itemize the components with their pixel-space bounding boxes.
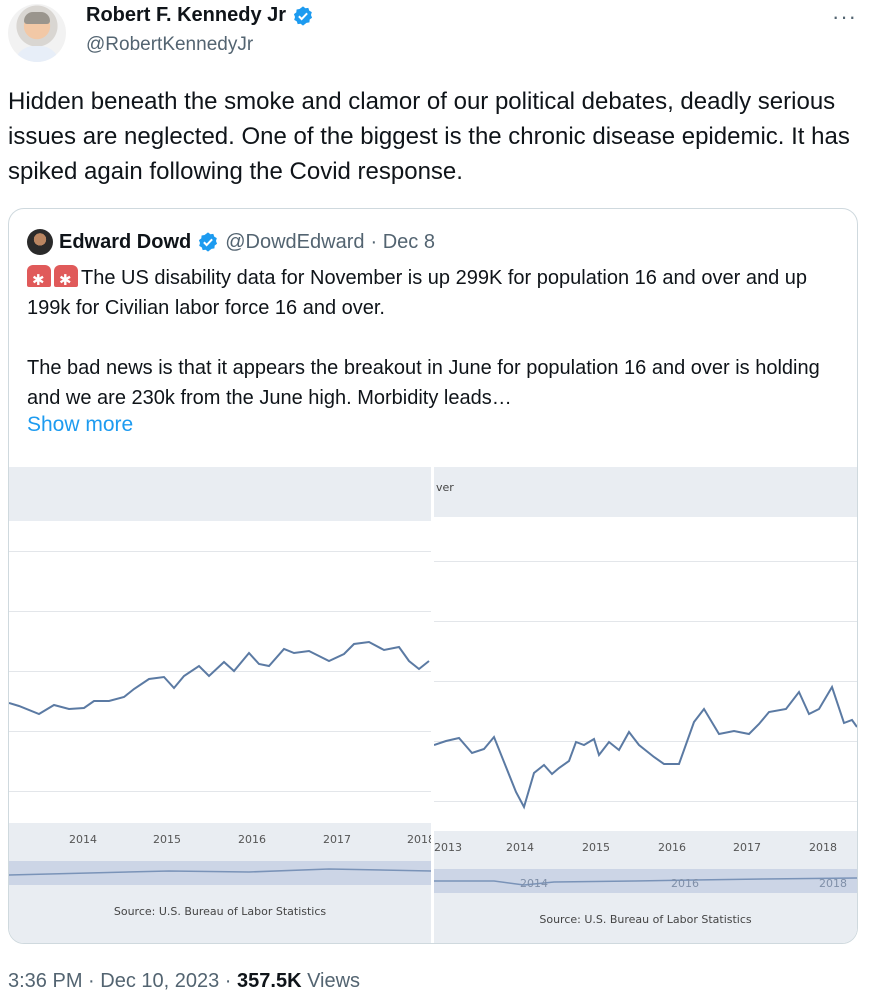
chart-panel-right[interactable]: ver 2013 2014 2015 2016 2017 2018 2014 2… xyxy=(434,467,857,943)
chart-plot-right xyxy=(434,517,857,831)
chart-line-right xyxy=(434,684,857,810)
x-tick-label: 2014 xyxy=(506,841,534,854)
author-avatar[interactable] xyxy=(8,4,66,62)
chart-navigator[interactable] xyxy=(9,861,431,885)
verified-badge-icon xyxy=(293,5,313,26)
tweet-metadata: 3:36 PM · Dec 10, 2023 · 357.5K Views xyxy=(8,970,360,993)
quoted-text-line1: The US disability data for November is u… xyxy=(27,267,807,319)
x-tick-label: 2015 xyxy=(153,833,181,846)
x-tick-label: 2017 xyxy=(733,841,761,854)
navigator-label: 2014 xyxy=(520,877,548,890)
author-handle[interactable]: @RobertKennedyJr xyxy=(86,34,253,56)
x-tick-label: 2014 xyxy=(69,833,97,846)
chart-source: Source: U.S. Bureau of Labor Statistics xyxy=(113,905,327,918)
quoted-text-line2: The bad news is that it appears the brea… xyxy=(27,357,820,409)
quoted-tweet-header: Edward Dowd @DowdEdward · Dec 8 xyxy=(27,229,435,255)
quoted-author-handle[interactable]: @DowdEdward xyxy=(225,231,364,254)
author-name-row[interactable]: Robert F. Kennedy Jr xyxy=(86,4,314,27)
x-tick-label: 2018 xyxy=(809,841,837,854)
siren-icon xyxy=(27,265,51,296)
author-name[interactable]: Robert F. Kennedy Jr xyxy=(86,4,286,27)
tweet-timestamp[interactable]: 3:36 PM · Dec 10, 2023 · xyxy=(8,970,237,992)
chart-panel-left[interactable]: 2014 2015 2016 2017 2018 Source: U.S. Bu… xyxy=(9,467,435,943)
x-tick-label: 2015 xyxy=(582,841,610,854)
x-tick-label: 2016 xyxy=(658,841,686,854)
chart-line-left xyxy=(9,640,430,716)
siren-icon xyxy=(54,265,78,296)
views-label: Views xyxy=(301,970,361,992)
x-tick-label: 2013 xyxy=(434,841,462,854)
navigator-label: 2018 xyxy=(819,877,847,890)
more-options-icon[interactable]: ··· xyxy=(832,4,857,30)
x-tick-label: 2016 xyxy=(238,833,266,846)
quoted-author-avatar[interactable] xyxy=(27,229,53,255)
quoted-author-name[interactable]: Edward Dowd xyxy=(59,231,191,254)
quoted-tweet[interactable]: Edward Dowd @DowdEdward · Dec 8 The US d… xyxy=(8,208,858,944)
chart-navigator[interactable]: 2014 2016 2018 xyxy=(434,869,857,893)
quoted-tweet-body: The US disability data for November is u… xyxy=(27,263,845,413)
tweet-text: Hidden beneath the smoke and clamor of o… xyxy=(8,88,850,185)
view-count: 357.5K xyxy=(237,970,302,992)
navigator-label: 2016 xyxy=(671,877,699,890)
verified-badge-icon xyxy=(199,232,218,252)
chart-source: Source: U.S. Bureau of Labor Statistics xyxy=(539,913,752,926)
chart-images[interactable]: 2014 2015 2016 2017 2018 Source: U.S. Bu… xyxy=(9,467,857,943)
chart-plot-left xyxy=(9,521,431,823)
x-tick-label: 2017 xyxy=(323,833,351,846)
show-more-link[interactable]: Show more xyxy=(27,413,133,437)
chart-title-fragment: ver xyxy=(436,481,454,494)
quoted-tweet-date[interactable]: · Dec 8 xyxy=(370,231,434,254)
